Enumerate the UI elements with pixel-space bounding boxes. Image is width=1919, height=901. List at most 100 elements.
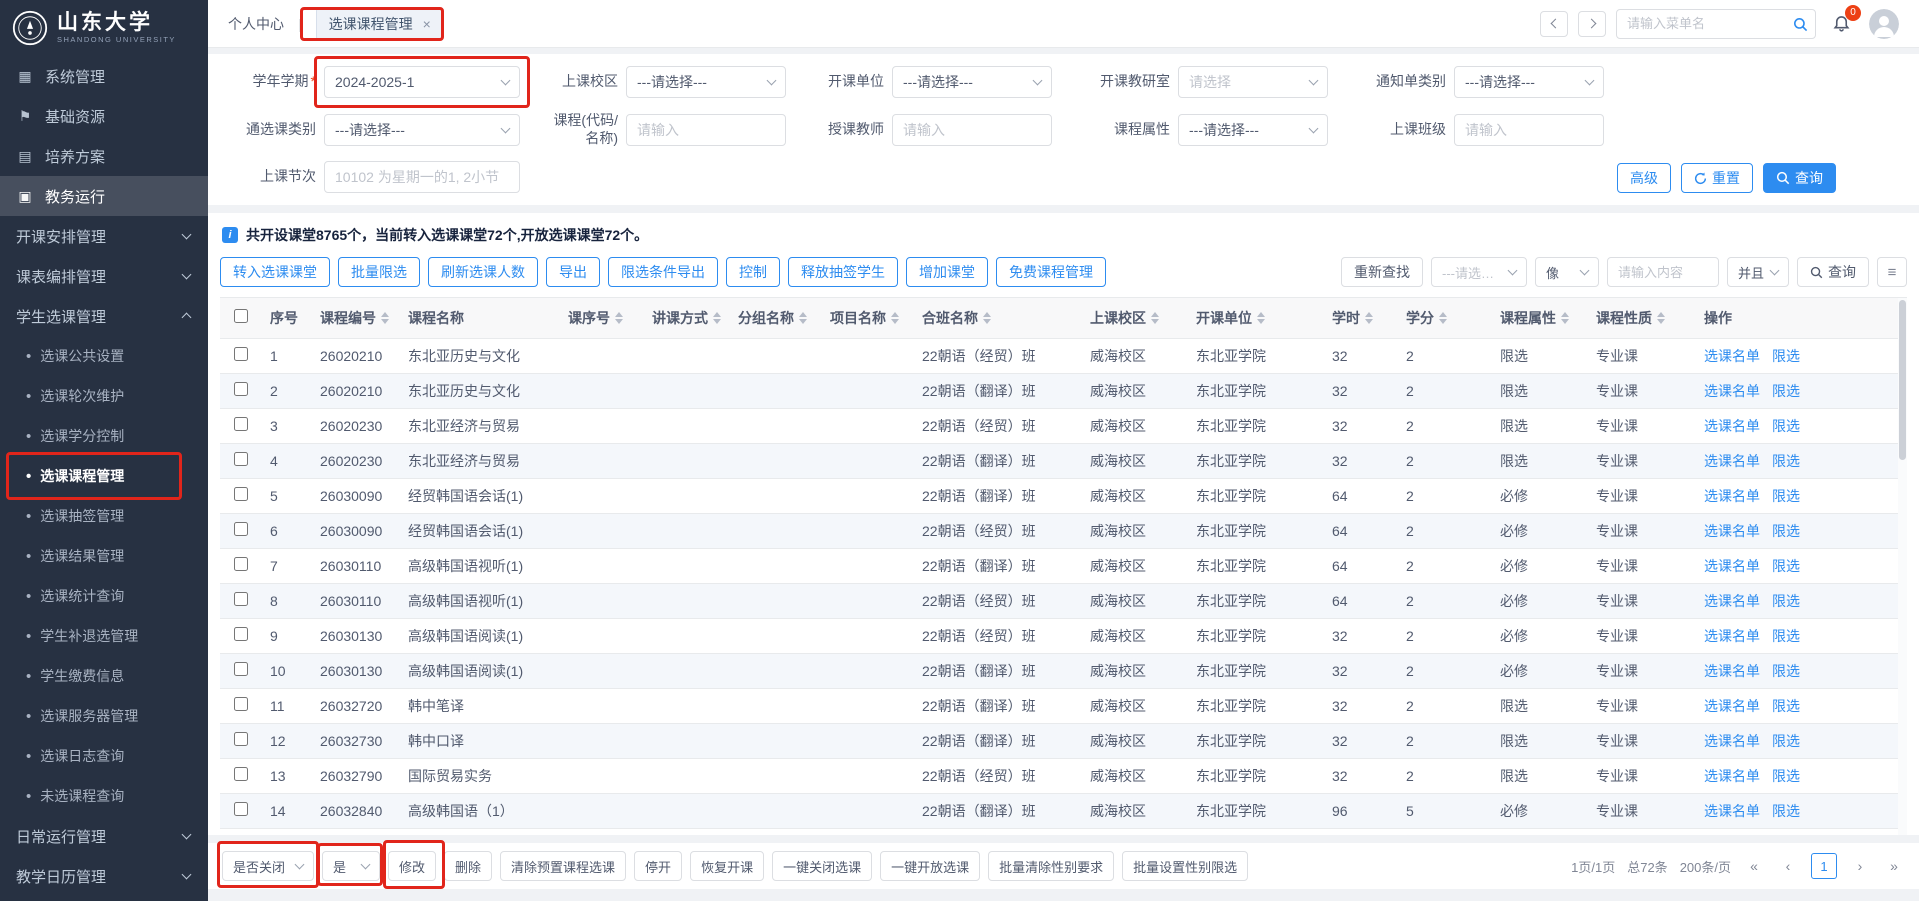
sidebar-item-statistics-query[interactable]: •选课统计查询 [0, 576, 208, 616]
limit-link[interactable]: 限选 [1772, 628, 1800, 644]
column-header-credits[interactable]: 学分 [1398, 298, 1492, 338]
sidebar-section[interactable]: ▤培养方案 [0, 136, 208, 176]
row-checkbox[interactable] [234, 627, 248, 641]
close-all-selection-button[interactable]: 一键关闭选课 [772, 851, 872, 881]
limit-link[interactable]: 限选 [1772, 453, 1800, 469]
suspend-button[interactable]: 停开 [634, 851, 682, 881]
control-button[interactable]: 控制 [726, 257, 780, 287]
row-checkbox[interactable] [234, 382, 248, 396]
sidebar-group-student-course-selection[interactable]: 学生选课管理 [0, 296, 208, 336]
notice-type-select[interactable]: ---请选择--- [1454, 66, 1604, 98]
semester-select[interactable]: 2024-2025-1 [324, 66, 520, 98]
export-button[interactable]: 导出 [546, 257, 600, 287]
transfer-to-selection-button[interactable]: 转入选课课堂 [220, 257, 330, 287]
selection-list-link[interactable]: 选课名单 [1704, 733, 1760, 749]
column-header-nature[interactable]: 课程性质 [1588, 298, 1696, 338]
sidebar-item-result-management[interactable]: •选课结果管理 [0, 536, 208, 576]
column-header-campus[interactable]: 上课校区 [1082, 298, 1188, 338]
close-value-select[interactable]: 是 [322, 851, 380, 881]
tab-course-selection-management[interactable]: 选课课程管理 × [316, 8, 444, 40]
toolbar-search-button[interactable]: 查询 [1797, 257, 1869, 287]
column-header-project[interactable]: 项目名称 [822, 298, 914, 338]
offering-unit-select[interactable]: ---请选择--- [892, 66, 1052, 98]
column-settings-icon[interactable]: ≡ [1877, 257, 1907, 287]
add-class-button[interactable]: 增加课堂 [906, 257, 988, 287]
vertical-scrollbar[interactable] [1898, 298, 1907, 835]
limit-link[interactable]: 限选 [1772, 418, 1800, 434]
class-period-input[interactable] [324, 161, 520, 193]
search-button[interactable]: 查询 [1763, 163, 1836, 193]
sidebar-item-public-settings[interactable]: •选课公共设置 [0, 336, 208, 376]
selection-list-link[interactable]: 选课名单 [1704, 803, 1760, 819]
row-checkbox[interactable] [234, 452, 248, 466]
selection-list-link[interactable]: 选课名单 [1704, 488, 1760, 504]
course-attribute-select[interactable]: ---请选择--- [1178, 114, 1328, 146]
search-logic-select[interactable]: 并且 [1727, 257, 1789, 287]
first-page-button[interactable]: « [1743, 854, 1765, 878]
nav-forward-button[interactable] [1578, 11, 1606, 37]
campus-select[interactable]: ---请选择--- [626, 66, 786, 98]
current-page[interactable]: 1 [1811, 853, 1837, 879]
selection-list-link[interactable]: 选课名单 [1704, 558, 1760, 574]
column-header-attribute[interactable]: 课程属性 [1492, 298, 1588, 338]
next-page-button[interactable]: › [1849, 854, 1871, 878]
class-input[interactable] [1454, 114, 1604, 146]
notification-bell[interactable]: 0 [1832, 13, 1851, 35]
limit-condition-export-button[interactable]: 限选条件导出 [608, 257, 718, 287]
open-all-selection-button[interactable]: 一键开放选课 [880, 851, 980, 881]
sidebar-item-add-drop-management[interactable]: •学生补退选管理 [0, 616, 208, 656]
limit-link[interactable]: 限选 [1772, 733, 1800, 749]
row-checkbox[interactable] [234, 732, 248, 746]
column-header-unit[interactable]: 开课单位 [1188, 298, 1324, 338]
batch-limit-button[interactable]: 批量限选 [338, 257, 420, 287]
nav-back-button[interactable] [1540, 11, 1568, 37]
limit-link[interactable]: 限选 [1772, 803, 1800, 819]
close-field-select[interactable]: 是否关闭 [222, 851, 314, 881]
limit-link[interactable]: 限选 [1772, 383, 1800, 399]
reset-button[interactable]: 重置 [1681, 163, 1753, 193]
selection-list-link[interactable]: 选课名单 [1704, 383, 1760, 399]
row-checkbox[interactable] [234, 767, 248, 781]
sidebar-item-log-query[interactable]: •选课日志查询 [0, 736, 208, 776]
sidebar-item-server-management[interactable]: •选课服务器管理 [0, 696, 208, 736]
personal-center-link[interactable]: 个人中心 [228, 14, 284, 34]
row-checkbox[interactable] [234, 592, 248, 606]
scrollbar-thumb[interactable] [1899, 300, 1906, 460]
limit-link[interactable]: 限选 [1772, 558, 1800, 574]
user-avatar[interactable] [1869, 9, 1899, 39]
search-icon[interactable] [1793, 17, 1808, 32]
column-header-group[interactable]: 分组名称 [730, 298, 822, 338]
sidebar-item-payment-info[interactable]: •学生缴费信息 [0, 656, 208, 696]
selection-list-link[interactable]: 选课名单 [1704, 523, 1760, 539]
research-button[interactable]: 重新查找 [1341, 257, 1423, 287]
row-checkbox[interactable] [234, 697, 248, 711]
sidebar-item-round-maintenance[interactable]: •选课轮次维护 [0, 376, 208, 416]
sidebar-section[interactable]: ▦系统管理 [0, 56, 208, 96]
limit-link[interactable]: 限选 [1772, 593, 1800, 609]
sidebar-section[interactable]: ▣教务运行 [0, 176, 208, 216]
advanced-button[interactable]: 高级 [1617, 163, 1671, 193]
last-page-button[interactable]: » [1883, 854, 1905, 878]
teacher-input[interactable] [892, 114, 1052, 146]
row-checkbox[interactable] [234, 487, 248, 501]
general-course-type-select[interactable]: ---请选择--- [324, 114, 520, 146]
selection-list-link[interactable]: 选课名单 [1704, 348, 1760, 364]
limit-link[interactable]: 限选 [1772, 698, 1800, 714]
sidebar-item-unselected-course-query[interactable]: •未选课程查询 [0, 776, 208, 816]
limit-link[interactable]: 限选 [1772, 768, 1800, 784]
row-checkbox[interactable] [234, 802, 248, 816]
selection-list-link[interactable]: 选课名单 [1704, 768, 1760, 784]
row-checkbox[interactable] [234, 417, 248, 431]
prev-page-button[interactable]: ‹ [1777, 854, 1799, 878]
column-header-seq[interactable]: 课序号 [560, 298, 644, 338]
selection-list-link[interactable]: 选课名单 [1704, 663, 1760, 679]
sidebar-item-course-management[interactable]: •选课课程管理 [0, 456, 208, 496]
page-size-select[interactable]: 200条/页 [1680, 857, 1731, 876]
column-header-hours[interactable]: 学时 [1324, 298, 1398, 338]
limit-link[interactable]: 限选 [1772, 523, 1800, 539]
sidebar-section[interactable]: ⚑基础资源 [0, 96, 208, 136]
row-checkbox[interactable] [234, 347, 248, 361]
release-lottery-students-button[interactable]: 释放抽签学生 [788, 257, 898, 287]
sidebar-group-teaching-calendar-management[interactable]: 教学日历管理 [0, 856, 208, 896]
sidebar-item-lottery-management[interactable]: •选课抽签管理 [0, 496, 208, 536]
